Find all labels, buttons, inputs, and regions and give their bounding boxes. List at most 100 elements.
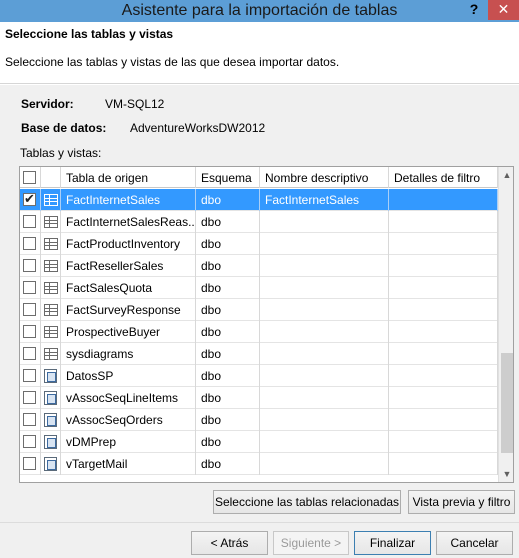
friendly-name-cell[interactable] bbox=[260, 431, 389, 453]
close-button[interactable]: ✕ bbox=[488, 0, 519, 20]
row-checkbox-cell: ✔ bbox=[20, 453, 41, 475]
row-checkbox-cell: ✔ bbox=[20, 299, 41, 321]
row-checkbox[interactable]: ✔ bbox=[23, 191, 36, 206]
row-checkbox[interactable]: ✔ bbox=[23, 391, 36, 404]
column-header-filter-details[interactable]: Detalles de filtro bbox=[389, 167, 498, 188]
tables-grid[interactable]: ✔ Tabla de origen Esquema Nombre descrip… bbox=[19, 166, 514, 483]
table-row[interactable]: ✔ vTargetMaildbo bbox=[20, 453, 498, 475]
friendly-name-cell[interactable] bbox=[260, 343, 389, 365]
table-icon bbox=[44, 326, 58, 338]
wizard-header: Seleccione las tablas y vistas Seleccion… bbox=[0, 22, 519, 84]
row-checkbox[interactable]: ✔ bbox=[23, 435, 36, 448]
schema-cell: dbo bbox=[196, 343, 260, 365]
scroll-up-icon[interactable]: ▲ bbox=[499, 167, 513, 183]
grid-header: ✔ Tabla de origen Esquema Nombre descrip… bbox=[20, 167, 498, 188]
cancel-button[interactable]: Cancelar bbox=[436, 531, 513, 555]
filter-details-cell bbox=[389, 365, 498, 387]
table-row[interactable]: ✔ FactInternetSales dbo FactInternetSales bbox=[20, 189, 498, 211]
row-checkbox-cell: ✔ bbox=[20, 211, 41, 233]
schema-cell: dbo bbox=[196, 255, 260, 277]
page-heading: Seleccione las tablas y vistas bbox=[5, 27, 174, 41]
database-value: AdventureWorksDW2012 bbox=[130, 121, 266, 135]
row-checkbox[interactable]: ✔ bbox=[23, 347, 36, 360]
table-icon bbox=[44, 216, 58, 228]
finish-button[interactable]: Finalizar bbox=[354, 531, 431, 555]
friendly-name-cell[interactable] bbox=[260, 321, 389, 343]
schema-cell: dbo bbox=[196, 387, 260, 409]
column-header-friendly-name[interactable]: Nombre descriptivo bbox=[260, 167, 389, 188]
friendly-name-cell[interactable] bbox=[260, 387, 389, 409]
row-checkbox[interactable]: ✔ bbox=[23, 369, 36, 382]
vertical-scrollbar[interactable]: ▲ ▼ bbox=[498, 167, 513, 482]
row-checkbox[interactable]: ✔ bbox=[23, 215, 36, 228]
window-title: Asistente para la importación de tablas bbox=[121, 2, 398, 19]
scroll-thumb[interactable] bbox=[501, 353, 513, 453]
row-checkbox[interactable]: ✔ bbox=[23, 325, 36, 338]
table-row[interactable]: ✔ FactProductInventorydbo bbox=[20, 233, 498, 255]
view-icon bbox=[44, 413, 57, 427]
title-bar: Asistente para la importación de tablas … bbox=[0, 0, 519, 22]
filter-details-cell bbox=[389, 387, 498, 409]
friendly-name-cell[interactable] bbox=[260, 211, 389, 233]
row-checkbox-cell: ✔ bbox=[20, 277, 41, 299]
row-icon-cell bbox=[41, 343, 61, 365]
row-checkbox[interactable]: ✔ bbox=[23, 457, 36, 470]
row-checkbox[interactable]: ✔ bbox=[23, 303, 36, 316]
table-icon bbox=[44, 348, 58, 360]
preview-filter-button[interactable]: Vista previa y filtro bbox=[408, 490, 515, 514]
table-row[interactable]: ✔ ProspectiveBuyerdbo bbox=[20, 321, 498, 343]
table-row[interactable]: ✔ FactSurveyResponsedbo bbox=[20, 299, 498, 321]
friendly-name-cell[interactable] bbox=[260, 233, 389, 255]
filter-details-cell bbox=[389, 233, 498, 255]
friendly-name-cell[interactable] bbox=[260, 255, 389, 277]
schema-cell: dbo bbox=[196, 299, 260, 321]
select-related-tables-button[interactable]: Seleccione las tablas relacionadas bbox=[213, 490, 401, 514]
table-row[interactable]: ✔ FactInternetSalesReas...dbo bbox=[20, 211, 498, 233]
table-icon bbox=[44, 260, 58, 272]
schema-cell: dbo bbox=[196, 189, 260, 211]
filter-details-cell bbox=[389, 431, 498, 453]
friendly-name-cell[interactable] bbox=[260, 299, 389, 321]
row-checkbox-cell: ✔ bbox=[20, 343, 41, 365]
row-checkbox[interactable]: ✔ bbox=[23, 259, 36, 272]
row-icon-cell bbox=[41, 299, 61, 321]
row-checkbox[interactable]: ✔ bbox=[23, 237, 36, 250]
next-button[interactable]: Siguiente > bbox=[273, 531, 349, 555]
row-checkbox-cell: ✔ bbox=[20, 387, 41, 409]
table-row[interactable]: ✔ vAssocSeqLineItemsdbo bbox=[20, 387, 498, 409]
filter-details-cell bbox=[389, 321, 498, 343]
row-checkbox-cell: ✔ bbox=[20, 431, 41, 453]
column-header-schema[interactable]: Esquema bbox=[196, 167, 260, 188]
source-table-cell: vTargetMail bbox=[61, 453, 196, 475]
row-checkbox[interactable]: ✔ bbox=[23, 413, 36, 426]
help-button[interactable]: ? bbox=[465, 0, 483, 22]
source-table-cell: FactProductInventory bbox=[61, 233, 196, 255]
schema-cell: dbo bbox=[196, 431, 260, 453]
back-button[interactable]: < Atrás bbox=[191, 531, 268, 555]
table-row[interactable]: ✔ FactResellerSalesdbo bbox=[20, 255, 498, 277]
row-checkbox-cell: ✔ bbox=[20, 255, 41, 277]
table-row[interactable]: ✔ vDMPrepdbo bbox=[20, 431, 498, 453]
row-icon-cell bbox=[41, 211, 61, 233]
select-all-checkbox[interactable]: ✔ bbox=[23, 171, 36, 184]
row-icon-cell bbox=[41, 387, 61, 409]
source-table-cell: FactSalesQuota bbox=[61, 277, 196, 299]
friendly-name-cell[interactable] bbox=[260, 365, 389, 387]
scroll-down-icon[interactable]: ▼ bbox=[499, 466, 513, 482]
table-row[interactable]: ✔ FactSalesQuotadbo bbox=[20, 277, 498, 299]
table-row[interactable]: ✔ vAssocSeqOrdersdbo bbox=[20, 409, 498, 431]
row-checkbox[interactable]: ✔ bbox=[23, 281, 36, 294]
filter-details-cell bbox=[389, 409, 498, 431]
table-row[interactable]: ✔ DatosSPdbo bbox=[20, 365, 498, 387]
source-table-cell: DatosSP bbox=[61, 365, 196, 387]
row-icon-cell bbox=[41, 277, 61, 299]
schema-cell: dbo bbox=[196, 211, 260, 233]
friendly-name-cell[interactable]: FactInternetSales bbox=[260, 189, 389, 211]
friendly-name-cell[interactable] bbox=[260, 277, 389, 299]
column-header-source[interactable]: Tabla de origen bbox=[61, 167, 196, 188]
source-table-cell: sysdiagrams bbox=[61, 343, 196, 365]
table-row[interactable]: ✔ sysdiagramsdbo bbox=[20, 343, 498, 365]
row-checkbox-cell: ✔ bbox=[20, 189, 41, 211]
friendly-name-cell[interactable] bbox=[260, 453, 389, 475]
friendly-name-cell[interactable] bbox=[260, 409, 389, 431]
